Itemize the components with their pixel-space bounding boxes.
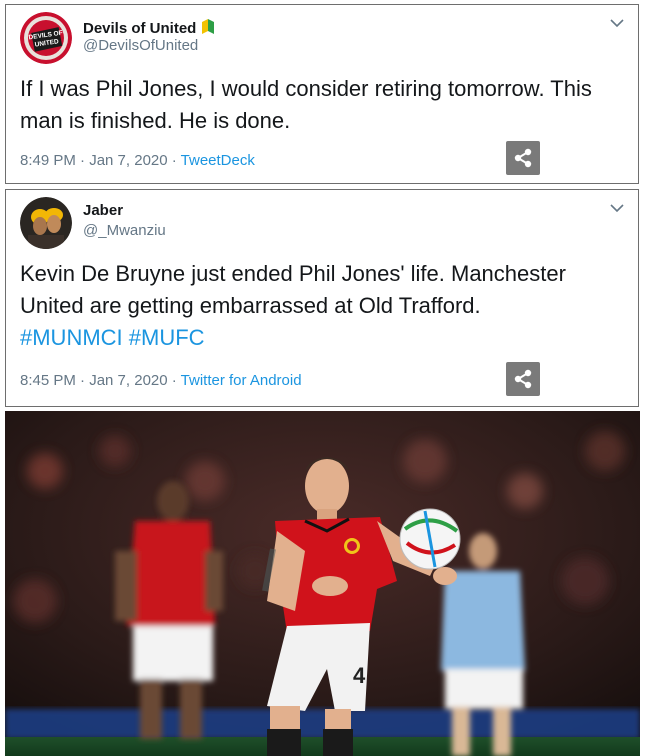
beginner-leaf-icon: [201, 17, 215, 40]
display-name[interactable]: Devils of United: [83, 20, 196, 37]
share-icon[interactable]: [506, 362, 540, 396]
tweet-card[interactable]: DEVILS OF UNITED Devils of United @Devil…: [5, 4, 639, 184]
tweet-text: If I was Phil Jones, I would consider re…: [20, 76, 592, 133]
source-link[interactable]: TweetDeck: [181, 152, 255, 169]
source-link[interactable]: Twitter for Android: [181, 372, 302, 389]
chevron-down-icon[interactable]: [610, 200, 624, 218]
avatar[interactable]: DEVILS OF UNITED: [20, 12, 72, 64]
display-name[interactable]: Jaber: [83, 202, 123, 219]
shorts-number: 4: [353, 663, 366, 688]
tweet-text: Kevin De Bruyne just ended Phil Jones' l…: [20, 258, 618, 354]
share-icon[interactable]: [506, 141, 540, 175]
timestamp[interactable]: 8:45 PM · Jan 7, 2020 ·: [20, 372, 181, 389]
handle[interactable]: @DevilsOfUnited: [83, 37, 198, 54]
tweet-text-body: Kevin De Bruyne just ended Phil Jones' l…: [20, 261, 566, 318]
tweet-meta: 8:49 PM · Jan 7, 2020 · TweetDeck: [20, 152, 255, 169]
timestamp[interactable]: 8:49 PM · Jan 7, 2020 ·: [20, 152, 181, 169]
handle[interactable]: @_Mwanziu: [83, 222, 166, 239]
match-photo: 4: [5, 411, 640, 756]
tweet-card[interactable]: Jaber @_Mwanziu Kevin De Bruyne just end…: [5, 189, 639, 407]
avatar[interactable]: [20, 197, 72, 249]
hashtags[interactable]: #MUNMCI #MUFC: [20, 325, 205, 350]
tweet-meta: 8:45 PM · Jan 7, 2020 · Twitter for Andr…: [20, 372, 302, 389]
chevron-down-icon[interactable]: [610, 15, 624, 33]
